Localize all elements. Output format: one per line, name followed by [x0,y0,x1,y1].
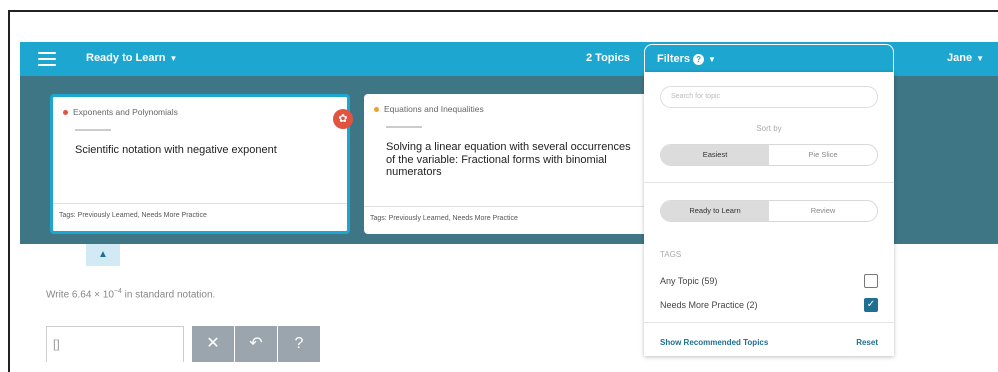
sort-by-label: Sort by [756,124,782,133]
mode-dropdown-label: Ready to Learn [86,52,166,64]
category-dot-icon [63,110,68,116]
sort-toggle: Easiest Pie Slice [660,144,878,166]
topic-card[interactable]: Equations and Inequalities Solving a lin… [364,94,654,234]
chevron-down-icon: ▼ [169,54,178,63]
filters-label: Filters [657,53,691,65]
tag-checkbox-checked[interactable]: ✓ [864,298,878,312]
card-title: Scientific notation with negative expone… [75,144,277,156]
collapse-cards-button[interactable]: ▲ [86,244,120,266]
question-prefix: Write 6.64 × 10 [46,289,114,301]
category-dot-icon [374,107,379,113]
divider [644,322,894,323]
clear-button[interactable]: ✕ [192,326,234,362]
answer-input[interactable]: [] [46,326,184,362]
tag-label: Needs More Practice (2) [660,300,758,310]
card-title: Solving a linear equation with several o… [386,141,631,179]
chevron-up-icon: ▲ [98,249,108,260]
undo-button[interactable]: ↶ [235,326,277,362]
star-badge-icon: ✿ [333,109,353,129]
filters-panel: Search for topic Sort by Easiest Pie Sli… [644,72,894,356]
card-divider [386,126,422,128]
chevron-down-icon: ▼ [708,55,716,64]
tag-row[interactable]: Any Topic (59) [660,274,878,290]
mode-toggle: Ready to Learn Review [660,200,878,222]
tag-label: Any Topic (59) [660,276,718,286]
divider [644,182,894,183]
card-category-label: Exponents and Polynomials [73,107,178,117]
chevron-down-icon: ▼ [976,54,984,63]
mode-option-review[interactable]: Review [769,201,877,221]
help-button[interactable]: ? [278,326,320,362]
card-tags: Tags: Previously Learned, Needs More Pra… [364,206,654,234]
card-category: Equations and Inequalities [374,104,484,114]
card-divider [75,129,111,131]
answer-toolbar: ✕ ↶ ? [192,326,321,362]
card-category-label: Equations and Inequalities [384,104,484,114]
tag-row[interactable]: Needs More Practice (2) ✓ [660,298,878,314]
question-exponent: −4 [113,288,122,295]
topics-count: 2 Topics [586,52,630,64]
mode-option-ready-to-learn[interactable]: Ready to Learn [661,201,769,221]
card-category: Exponents and Polynomials [63,107,178,117]
show-recommended-link[interactable]: Show Recommended Topics [660,338,768,347]
user-menu[interactable]: Jane ▼ [947,52,984,64]
mode-dropdown[interactable]: Ready to Learn ▼ [86,52,177,64]
topic-card[interactable]: Exponents and Polynomials Scientific not… [50,94,353,234]
sort-option-easiest[interactable]: Easiest [661,145,769,165]
question-text: Write 6.64 × 10−4 in standard notation. [46,288,215,300]
filters-dropdown[interactable]: Filters? ▼ [644,44,894,74]
menu-icon[interactable] [38,52,56,66]
tags-header: TAGS [660,250,682,259]
tag-checkbox[interactable] [864,274,878,288]
card-tags: Tags: Previously Learned, Needs More Pra… [53,203,347,231]
question-suffix: in standard notation. [121,289,216,301]
user-name: Jane [947,52,973,64]
reset-link[interactable]: Reset [856,338,878,347]
help-icon[interactable]: ? [693,53,705,65]
sort-option-pie-slice[interactable]: Pie Slice [769,145,877,165]
topic-search-input[interactable]: Search for topic [660,86,878,108]
